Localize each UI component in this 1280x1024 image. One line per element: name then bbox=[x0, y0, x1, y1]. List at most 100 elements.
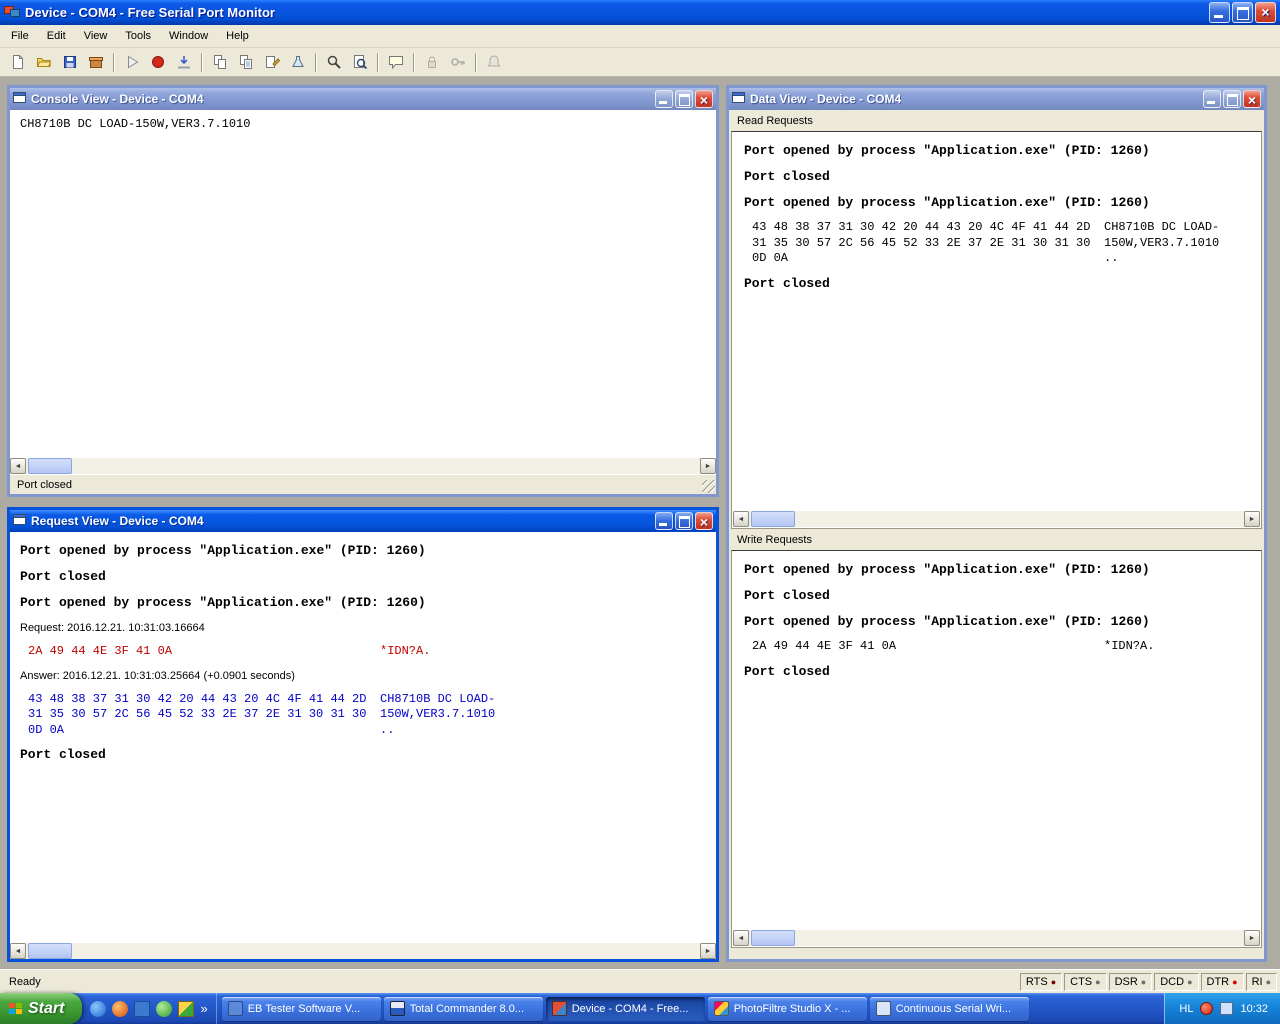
scroll-left-button[interactable] bbox=[733, 930, 749, 946]
start-label: Start bbox=[28, 999, 65, 1017]
signal-dcd: DCD bbox=[1154, 972, 1199, 991]
dsr-indicator-icon bbox=[1141, 976, 1146, 988]
menu-help[interactable]: Help bbox=[217, 27, 258, 45]
start-icon[interactable] bbox=[119, 50, 145, 75]
app-titlebar[interactable]: Device - COM4 - Free Serial Port Monitor bbox=[0, 0, 1280, 25]
read-requests-pane[interactable]: Port opened by process "Application.exe"… bbox=[731, 131, 1262, 529]
scroll-right-button[interactable] bbox=[1244, 511, 1260, 527]
open-icon[interactable] bbox=[31, 50, 57, 75]
quick-launch-overflow-icon[interactable] bbox=[200, 1001, 207, 1016]
eb-tester-icon bbox=[227, 1001, 243, 1016]
hex-line: 2A 49 44 4E 3F 41 0A *IDN?A. bbox=[28, 644, 431, 658]
taskbar-button-total-commander[interactable]: Total Commander 8.0... bbox=[383, 996, 543, 1021]
media-player-icon[interactable] bbox=[178, 1000, 195, 1017]
scroll-left-button[interactable] bbox=[10, 458, 26, 474]
taskbar-button-photofiltre[interactable]: PhotoFiltre Studio X - ... bbox=[707, 996, 867, 1021]
scrollbar-track[interactable] bbox=[749, 511, 1244, 527]
data-view-titlebar[interactable]: Data View - Device - COM4 bbox=[729, 88, 1264, 110]
total-commander-icon bbox=[389, 1001, 405, 1016]
log-line: Port closed bbox=[744, 588, 830, 603]
close-button[interactable] bbox=[695, 90, 713, 109]
scrollbar-track[interactable] bbox=[26, 943, 700, 959]
system-tray: HL 10:32 bbox=[1164, 993, 1280, 1024]
copy-text-icon[interactable] bbox=[233, 50, 259, 75]
request-window-icon bbox=[13, 513, 27, 530]
maximize-button[interactable] bbox=[1223, 90, 1241, 108]
minimize-button[interactable] bbox=[1203, 90, 1221, 108]
browser-icon[interactable] bbox=[112, 1000, 129, 1017]
console-view-window: Console View - Device - COM4 CH8710B DC … bbox=[7, 85, 719, 497]
hex-line: 0D 0A.. bbox=[28, 722, 395, 737]
close-button[interactable] bbox=[1243, 90, 1261, 109]
horizontal-scrollbar[interactable] bbox=[733, 511, 1260, 527]
menu-window[interactable]: Window bbox=[160, 27, 217, 45]
console-view-titlebar[interactable]: Console View - Device - COM4 bbox=[10, 88, 716, 110]
scrollbar-track[interactable] bbox=[26, 458, 700, 474]
clock[interactable]: 10:32 bbox=[1240, 1003, 1268, 1015]
toolbar-separator bbox=[413, 52, 415, 72]
menu-tools[interactable]: Tools bbox=[116, 27, 160, 45]
taskbar-button-eb-tester[interactable]: EB Tester Software V... bbox=[221, 996, 381, 1021]
taskbar-button-serial-writer[interactable]: Continuous Serial Wri... bbox=[869, 996, 1029, 1021]
menu-edit[interactable]: Edit bbox=[38, 27, 75, 45]
lock-icon bbox=[419, 50, 445, 75]
export-icon[interactable] bbox=[83, 50, 109, 75]
restore-button[interactable] bbox=[1232, 2, 1253, 23]
horizontal-scrollbar[interactable] bbox=[10, 943, 716, 959]
photofiltre-icon bbox=[713, 1001, 729, 1016]
close-button[interactable] bbox=[695, 512, 713, 531]
new-icon[interactable] bbox=[5, 50, 31, 75]
scroll-left-button[interactable] bbox=[733, 511, 749, 527]
find-icon[interactable] bbox=[321, 50, 347, 75]
comment-icon[interactable] bbox=[383, 50, 409, 75]
request-log[interactable]: Port opened by process "Application.exe"… bbox=[10, 532, 716, 943]
maximize-button[interactable] bbox=[675, 512, 693, 530]
write-requests-pane[interactable]: Port opened by process "Application.exe"… bbox=[731, 550, 1262, 948]
filter-icon[interactable] bbox=[285, 50, 311, 75]
signal-rts: RTS bbox=[1019, 972, 1063, 991]
tray-status-icon[interactable] bbox=[1200, 1002, 1214, 1015]
minimize-button[interactable] bbox=[655, 512, 673, 530]
taskbar: Start EB Tester Software V... Total Comm… bbox=[0, 993, 1280, 1024]
edit-icon[interactable] bbox=[259, 50, 285, 75]
start-button[interactable]: Start bbox=[0, 993, 83, 1024]
zoom-document-icon[interactable] bbox=[347, 50, 373, 75]
minimize-button[interactable] bbox=[1209, 2, 1230, 23]
log-line: Port opened by process "Application.exe"… bbox=[20, 543, 426, 558]
tray-app-icon[interactable] bbox=[1220, 1002, 1234, 1015]
scroll-right-button[interactable] bbox=[1244, 930, 1260, 946]
horizontal-scrollbar[interactable] bbox=[733, 930, 1260, 946]
scroll-right-button[interactable] bbox=[700, 943, 716, 959]
scroll-right-button[interactable] bbox=[700, 458, 716, 474]
maximize-button[interactable] bbox=[675, 90, 693, 108]
language-indicator[interactable]: HL bbox=[1179, 1003, 1193, 1015]
scrollbar-thumb[interactable] bbox=[28, 943, 72, 959]
menu-file[interactable]: File bbox=[2, 27, 38, 45]
restart-icon[interactable] bbox=[171, 50, 197, 75]
log-line: Port closed bbox=[744, 169, 830, 184]
menu-view[interactable]: View bbox=[75, 27, 117, 45]
stop-icon[interactable] bbox=[145, 50, 171, 75]
request-view-titlebar[interactable]: Request View - Device - COM4 bbox=[10, 510, 716, 532]
copy-icon[interactable] bbox=[207, 50, 233, 75]
scroll-left-button[interactable] bbox=[10, 943, 26, 959]
console-output-pane[interactable]: CH8710B DC LOAD-150W,VER3.7.1010 bbox=[10, 110, 716, 458]
scrollbar-thumb[interactable] bbox=[28, 458, 72, 474]
horizontal-scrollbar[interactable] bbox=[10, 458, 716, 474]
scrollbar-thumb[interactable] bbox=[751, 930, 795, 946]
menubar: File Edit View Tools Window Help bbox=[0, 25, 1280, 48]
toolbar-separator bbox=[377, 52, 379, 72]
minimize-button[interactable] bbox=[655, 90, 673, 108]
internet-explorer-icon[interactable] bbox=[90, 1000, 107, 1017]
scrollbar-thumb[interactable] bbox=[751, 511, 795, 527]
save-icon[interactable] bbox=[57, 50, 83, 75]
rts-indicator-icon bbox=[1051, 976, 1056, 988]
log-line: Port opened by process "Application.exe"… bbox=[744, 143, 1150, 158]
scrollbar-track[interactable] bbox=[749, 930, 1244, 946]
taskbar-button-device-com4[interactable]: Device - COM4 - Free... bbox=[545, 996, 705, 1021]
messenger-icon[interactable] bbox=[156, 1000, 173, 1017]
resize-grip[interactable] bbox=[702, 480, 715, 493]
toolbar bbox=[0, 48, 1280, 77]
app-shortcut-icon[interactable] bbox=[134, 1000, 151, 1017]
close-button[interactable] bbox=[1255, 2, 1276, 23]
